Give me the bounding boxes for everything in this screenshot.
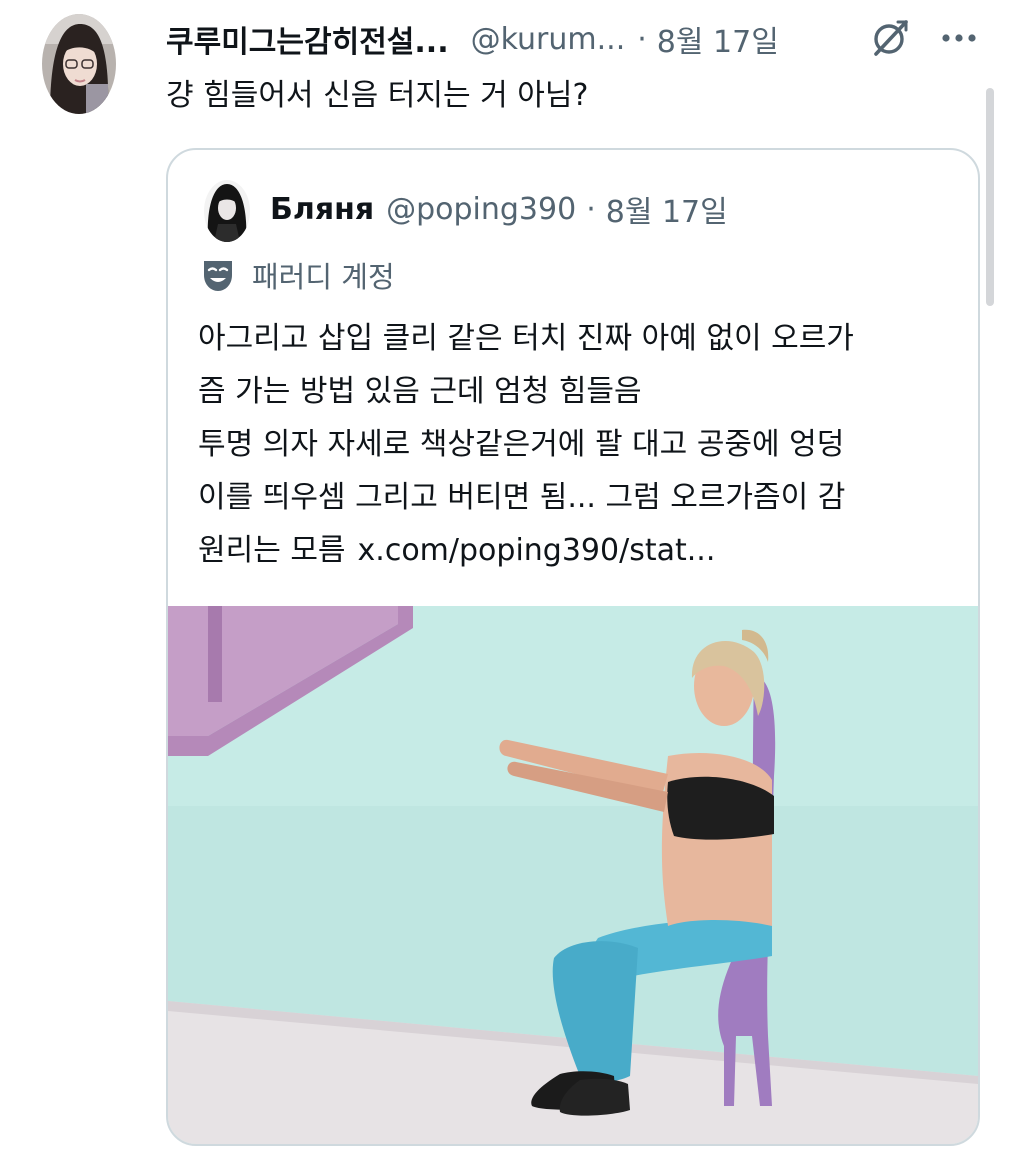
author-handle[interactable]: @kurum... <box>471 22 626 57</box>
quoted-author-display-name[interactable]: Бляня <box>270 192 374 227</box>
quoted-text-line: 원리는 모름 <box>198 533 346 568</box>
grok-slash-icon[interactable] <box>868 16 912 60</box>
quoted-tweet-date[interactable]: 8월 17일 <box>606 187 728 231</box>
quoted-author-handle[interactable]: @poping390 <box>386 192 576 227</box>
more-dots-icon[interactable] <box>936 20 980 56</box>
parody-account-text: 패러디 계정 <box>252 260 395 294</box>
quoted-separator-dot: · <box>586 191 596 227</box>
theater-mask-icon <box>204 261 232 291</box>
avatar-image <box>42 14 116 114</box>
quoted-avatar-image <box>204 180 250 242</box>
parody-account-label: 패러디 계정 <box>198 250 395 300</box>
tweet-text: 걍 힘들어서 신음 터지는 거 아님? <box>166 78 589 113</box>
quoted-text-line-last: 원리는 모름 x.com/poping390/stat... <box>198 524 968 577</box>
separator-dot: · <box>637 21 647 57</box>
quoted-tweet-link[interactable]: x.com/poping390/stat... <box>358 533 716 568</box>
quoted-author-avatar[interactable] <box>204 180 250 242</box>
tweet-date[interactable]: 8월 17일 <box>657 17 779 61</box>
quoted-tweet-card[interactable]: Бляня @poping390 · 8월 17일 패러디 계정 아그리고 삽입… <box>166 148 980 1146</box>
author-avatar[interactable] <box>42 14 116 114</box>
quoted-tweet-text: 아그리고 삽입 클리 같은 터치 진짜 아예 없이 오르가 즘 가는 방법 있음… <box>198 312 968 577</box>
quoted-text-line: 아그리고 삽입 클리 같은 터치 진짜 아예 없이 오르가 <box>198 321 854 356</box>
quoted-tweet-header: Бляня @poping390 · 8월 17일 <box>270 184 728 234</box>
quoted-text-line: 투명 의자 자세로 책상같은거에 팔 대고 공중에 엉덩 <box>198 427 845 462</box>
scrollbar[interactable] <box>986 88 994 306</box>
quoted-tweet-media[interactable] <box>168 606 978 1146</box>
quoted-text-line: 즘 가는 방법 있음 근데 엄청 힘들음 <box>198 374 642 409</box>
author-display-name[interactable]: 쿠루미그는감히전설... <box>166 17 449 61</box>
tweet[interactable]: 쿠루미그는감히전설... @kurum... · 8월 17일 걍 힘들어서 신… <box>0 0 1024 1162</box>
quoted-text-line: 이를 띄우셈 그리고 버티면 됨... 그럼 오르가즘이 감 <box>198 480 846 515</box>
